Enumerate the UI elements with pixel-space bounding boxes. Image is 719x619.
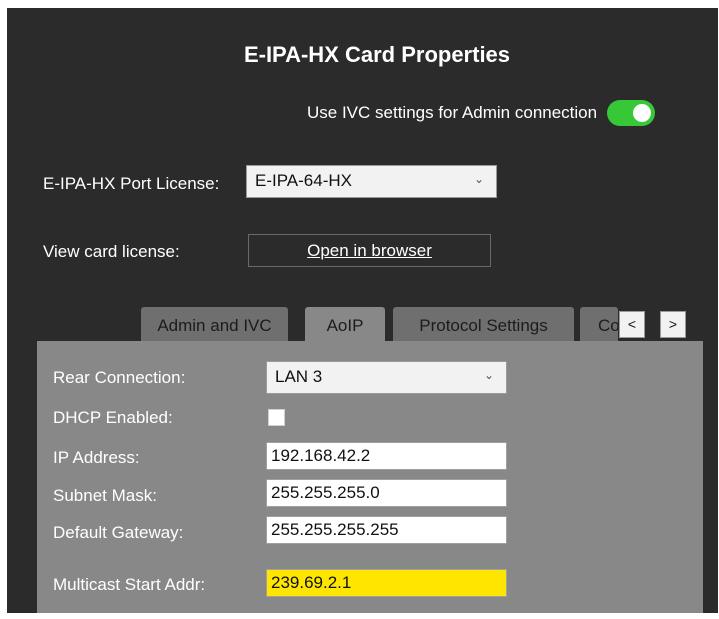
aoip-tab-content: Rear Connection: LAN 3 ⌄ DHCP Enabled: I… xyxy=(37,341,703,613)
toggle-knob xyxy=(633,104,652,122)
dhcp-label: DHCP Enabled: xyxy=(53,408,173,427)
ip-address-label: IP Address: xyxy=(53,448,140,467)
default-gateway-label: Default Gateway: xyxy=(53,523,184,542)
card-license-label: View card license: xyxy=(43,242,180,261)
tab-next-button[interactable]: > xyxy=(660,311,686,338)
ip-address-field[interactable]: 192.168.42.2 xyxy=(266,442,507,470)
port-license-value: E-IPA-64-HX xyxy=(255,171,352,190)
multicast-label: Multicast Start Addr: xyxy=(53,575,206,594)
card-properties-panel: E-IPA-HX Card Properties Use IVC setting… xyxy=(7,8,718,613)
multicast-start-addr-field[interactable]: 239.69.2.1 xyxy=(266,569,507,597)
chevron-down-icon: ⌄ xyxy=(483,368,494,382)
port-license-select[interactable]: E-IPA-64-HX ⌄ xyxy=(246,165,497,198)
subnet-mask-label: Subnet Mask: xyxy=(53,486,157,505)
port-license-label: E-IPA-HX Port License: xyxy=(43,174,220,193)
dhcp-checkbox[interactable] xyxy=(268,409,285,426)
chevron-down-icon: ⌄ xyxy=(473,172,484,186)
tab-co[interactable]: Co xyxy=(580,307,618,343)
tab-protocol-settings[interactable]: Protocol Settings xyxy=(393,307,574,343)
tab-prev-button[interactable]: < xyxy=(619,311,645,338)
ivc-toggle[interactable] xyxy=(607,100,656,126)
ivc-setting-row: Use IVC settings for Admin connection xyxy=(307,100,656,126)
subnet-mask-field[interactable]: 255.255.255.0 xyxy=(266,479,507,507)
tab-admin-and-ivc[interactable]: Admin and IVC xyxy=(141,307,288,343)
dialog-title: E-IPA-HX Card Properties xyxy=(243,42,511,67)
open-in-browser-button[interactable]: Open in browser xyxy=(248,234,491,267)
rear-connection-value: LAN 3 xyxy=(275,367,323,386)
default-gateway-field[interactable]: 255.255.255.255 xyxy=(266,516,507,544)
ivc-setting-label: Use IVC settings for Admin connection xyxy=(307,103,598,122)
rear-connection-select[interactable]: LAN 3 ⌄ xyxy=(266,361,507,394)
rear-connection-label: Rear Connection: xyxy=(53,368,186,387)
